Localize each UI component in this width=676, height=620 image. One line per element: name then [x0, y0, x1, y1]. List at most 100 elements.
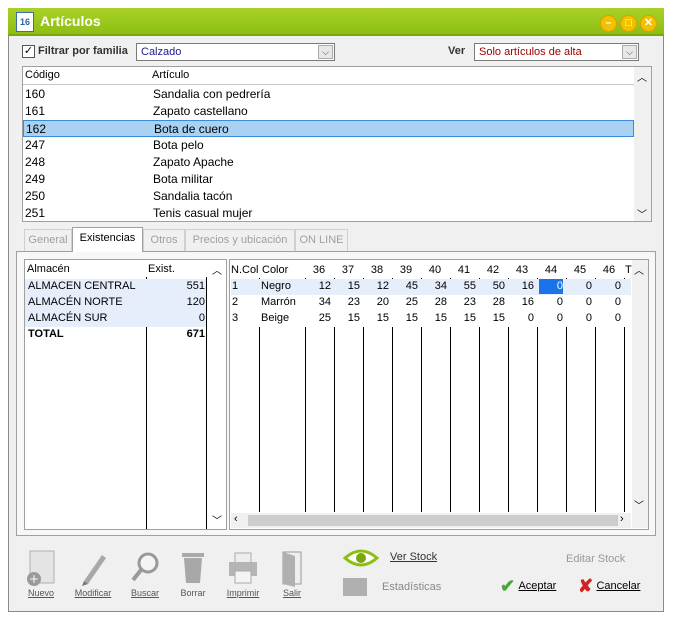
size-cell[interactable]: Beige: [261, 311, 302, 326]
size-header[interactable]: 37: [335, 263, 361, 278]
header-exist[interactable]: Exist.: [148, 263, 175, 275]
title-bar[interactable]: [8, 8, 664, 36]
size-cell[interactable]: 45: [394, 279, 418, 294]
table-row[interactable]: 160 Sandalia con pedrería: [23, 86, 634, 103]
size-cell[interactable]: 15: [394, 311, 418, 326]
size-header[interactable]: 38: [364, 263, 390, 278]
nuevo-button[interactable]: + Nuevo: [18, 548, 64, 598]
size-cell[interactable]: 0: [568, 279, 592, 294]
size-cell[interactable]: 15: [336, 311, 360, 326]
scroll-left-icon[interactable]: ‹: [234, 513, 238, 525]
buscar-button[interactable]: Buscar: [122, 548, 168, 598]
scroll-right-icon[interactable]: ›: [620, 513, 624, 525]
ver-select[interactable]: Solo artículos de alta ⌵: [474, 43, 639, 61]
estadisticas-button[interactable]: Estadísticas: [382, 581, 441, 593]
size-header[interactable]: 36: [306, 263, 332, 278]
size-cell[interactable]: 12: [365, 279, 389, 294]
chevron-down-icon[interactable]: ⌵: [622, 45, 637, 59]
eye-icon[interactable]: [342, 548, 380, 571]
table-row[interactable]: 248 Zapato Apache: [23, 154, 634, 171]
size-cell[interactable]: 28: [481, 295, 505, 310]
stats-icon[interactable]: [343, 578, 367, 596]
table-row[interactable]: 162 Bota de cuero: [23, 120, 634, 137]
maximize-icon[interactable]: □: [620, 15, 637, 32]
chevron-down-icon[interactable]: ⌵: [318, 45, 333, 59]
scrollbar-thumb[interactable]: [248, 515, 618, 526]
size-cell[interactable]: 2: [232, 295, 256, 310]
editar-stock-button[interactable]: Editar Stock: [566, 553, 625, 565]
size-cell[interactable]: 34: [423, 279, 447, 294]
size-cell[interactable]: 16: [510, 295, 534, 310]
size-header[interactable]: 44: [538, 263, 564, 278]
size-header[interactable]: 41: [451, 263, 477, 278]
size-cell[interactable]: 0: [597, 279, 621, 294]
table-row[interactable]: 249 Bota militar: [23, 171, 634, 188]
size-header[interactable]: 45: [567, 263, 593, 278]
imprimir-button[interactable]: Imprimir: [220, 548, 266, 598]
size-cell[interactable]: 0: [510, 311, 534, 326]
tab-existencias[interactable]: Existencias: [72, 227, 143, 252]
table-row[interactable]: 251 Tenis casual mujer: [23, 205, 634, 222]
scroll-down-icon[interactable]: ﹀: [212, 512, 222, 527]
size-cell[interactable]: 0: [597, 311, 621, 326]
size-cell[interactable]: 15: [423, 311, 447, 326]
scroll-up-icon[interactable]: ︿: [212, 262, 222, 277]
tab-online[interactable]: ON LINE: [295, 229, 348, 251]
size-header[interactable]: Color: [262, 263, 305, 278]
size-cell[interactable]: 55: [452, 279, 476, 294]
accept-button[interactable]: ✔ Aceptar: [500, 576, 556, 597]
tab-precios[interactable]: Precios y ubicación: [185, 229, 295, 251]
size-header[interactable]: T: [625, 263, 632, 278]
articles-scrollbar[interactable]: [634, 67, 651, 221]
size-cell[interactable]: 3: [232, 311, 256, 326]
size-cell[interactable]: 12: [307, 279, 331, 294]
size-header[interactable]: 43: [509, 263, 535, 278]
size-cell[interactable]: 25: [394, 295, 418, 310]
tab-general[interactable]: General: [24, 229, 72, 251]
size-cell[interactable]: 15: [365, 311, 389, 326]
scroll-up-icon[interactable]: ︿: [637, 69, 647, 84]
tab-otros[interactable]: Otros: [143, 229, 185, 251]
size-cell[interactable]: 50: [481, 279, 505, 294]
scroll-down-icon[interactable]: ﹀: [637, 206, 647, 221]
size-cell[interactable]: 23: [452, 295, 476, 310]
size-header[interactable]: N.Col: [231, 263, 259, 278]
filter-family-checkbox[interactable]: ✓: [22, 45, 35, 58]
header-almacen[interactable]: Almacén: [27, 263, 70, 275]
borrar-button[interactable]: Borrar: [170, 548, 216, 598]
size-cell[interactable]: 0: [539, 311, 563, 326]
header-codigo[interactable]: Código: [25, 69, 60, 81]
minimize-icon[interactable]: –: [600, 15, 617, 32]
size-cell[interactable]: 15: [452, 311, 476, 326]
sizes-scrollbar[interactable]: [632, 260, 648, 528]
size-cell[interactable]: 0: [539, 279, 563, 294]
size-cell[interactable]: 0: [597, 295, 621, 310]
table-row[interactable]: 247 Bota pelo: [23, 137, 634, 154]
size-header[interactable]: 39: [393, 263, 419, 278]
scroll-up-icon[interactable]: ︿: [634, 262, 644, 277]
size-cell[interactable]: 25: [307, 311, 331, 326]
size-cell[interactable]: 16: [510, 279, 534, 294]
size-cell[interactable]: 23: [336, 295, 360, 310]
header-articulo[interactable]: Artículo: [152, 69, 189, 81]
size-cell[interactable]: 0: [568, 311, 592, 326]
scroll-down-icon[interactable]: ﹀: [634, 497, 644, 512]
size-cell[interactable]: 15: [336, 279, 360, 294]
table-row[interactable]: 161 Zapato castellano: [23, 103, 634, 120]
size-cell[interactable]: Marrón: [261, 295, 302, 310]
size-cell[interactable]: 1: [232, 279, 256, 294]
size-cell[interactable]: 20: [365, 295, 389, 310]
size-cell[interactable]: 34: [307, 295, 331, 310]
close-icon[interactable]: ✕: [640, 15, 657, 32]
size-cell[interactable]: 15: [481, 311, 505, 326]
table-row[interactable]: 250 Sandalia tacón: [23, 188, 634, 205]
family-select[interactable]: Calzado ⌵: [136, 43, 335, 61]
size-cell[interactable]: 0: [568, 295, 592, 310]
size-cell[interactable]: 0: [539, 295, 563, 310]
modificar-button[interactable]: Modificar: [70, 548, 116, 598]
size-cell[interactable]: 28: [423, 295, 447, 310]
size-cell[interactable]: Negro: [261, 279, 302, 294]
size-header[interactable]: 46: [596, 263, 622, 278]
ver-stock-link[interactable]: Ver Stock: [390, 551, 437, 563]
salir-button[interactable]: Salir: [269, 548, 315, 598]
